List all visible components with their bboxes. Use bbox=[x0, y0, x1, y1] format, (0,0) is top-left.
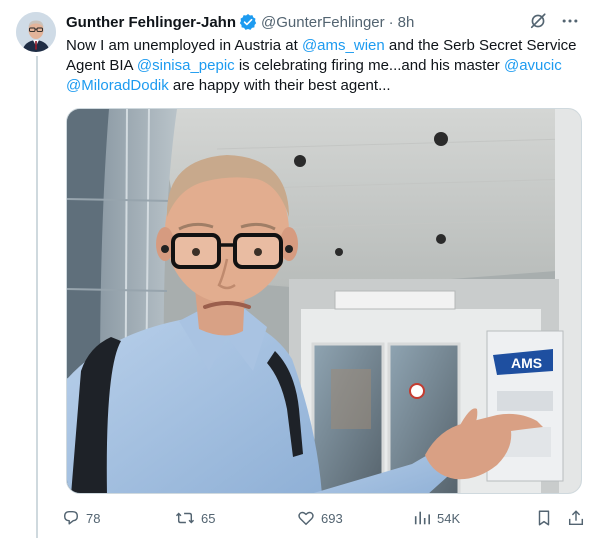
like-button[interactable]: 693 bbox=[297, 509, 413, 527]
reply-button[interactable]: 78 bbox=[62, 509, 175, 527]
tweet-text-part: is celebrating firing me...and his maste… bbox=[234, 57, 504, 74]
bookmark-icon[interactable] bbox=[535, 509, 553, 527]
reply-icon[interactable] bbox=[62, 509, 80, 527]
mention-link-sinisa-pepic[interactable]: @sinisa_pepic bbox=[137, 57, 235, 74]
avatar[interactable] bbox=[16, 12, 56, 52]
timestamp[interactable]: 8h bbox=[398, 14, 415, 31]
repost-count: 65 bbox=[201, 510, 216, 526]
like-count: 693 bbox=[321, 510, 343, 526]
repost-icon[interactable] bbox=[175, 509, 195, 527]
more-icon[interactable] bbox=[561, 12, 579, 30]
mention-link-milorad-dodik[interactable]: @MiloradDodik bbox=[66, 77, 169, 94]
views-count: 54K bbox=[437, 510, 461, 526]
mention-link-avucic[interactable]: @avucic bbox=[504, 57, 562, 74]
repost-button[interactable]: 65 bbox=[175, 509, 297, 527]
thread-line bbox=[36, 56, 38, 538]
tweet-header: Gunther Fehlinger-Jahn @GunterFehlinger … bbox=[66, 12, 586, 32]
like-icon[interactable] bbox=[297, 509, 315, 527]
grok-icon[interactable] bbox=[529, 12, 547, 30]
header-actions bbox=[529, 12, 579, 30]
separator-dot: · bbox=[388, 13, 394, 31]
ams-sign-text: AMS bbox=[511, 355, 542, 371]
share-button[interactable] bbox=[567, 509, 589, 527]
views-icon[interactable] bbox=[413, 509, 431, 527]
author-name[interactable]: Gunther Fehlinger-Jahn bbox=[66, 14, 236, 31]
tweet-text-part: Now I am unemployed in Austria at bbox=[66, 37, 302, 54]
views-button[interactable]: 54K bbox=[413, 509, 535, 527]
mention-link-ams-wien[interactable]: @ams_wien bbox=[302, 37, 385, 54]
tweet[interactable]: Gunther Fehlinger-Jahn @GunterFehlinger … bbox=[0, 0, 597, 538]
tweet-text: Now I am unemployed in Austria at @ams_w… bbox=[66, 36, 586, 96]
bookmark-button[interactable] bbox=[535, 509, 567, 527]
tweet-text-part: are happy with their best agent... bbox=[168, 77, 391, 94]
verified-badge-icon[interactable] bbox=[239, 13, 257, 31]
reply-count: 78 bbox=[86, 510, 101, 526]
author-handle[interactable]: @GunterFehlinger bbox=[261, 14, 385, 31]
share-icon[interactable] bbox=[567, 509, 585, 527]
tweet-actions: 78 65 693 54K bbox=[62, 506, 590, 530]
tweet-photo[interactable]: AMS bbox=[66, 108, 582, 494]
